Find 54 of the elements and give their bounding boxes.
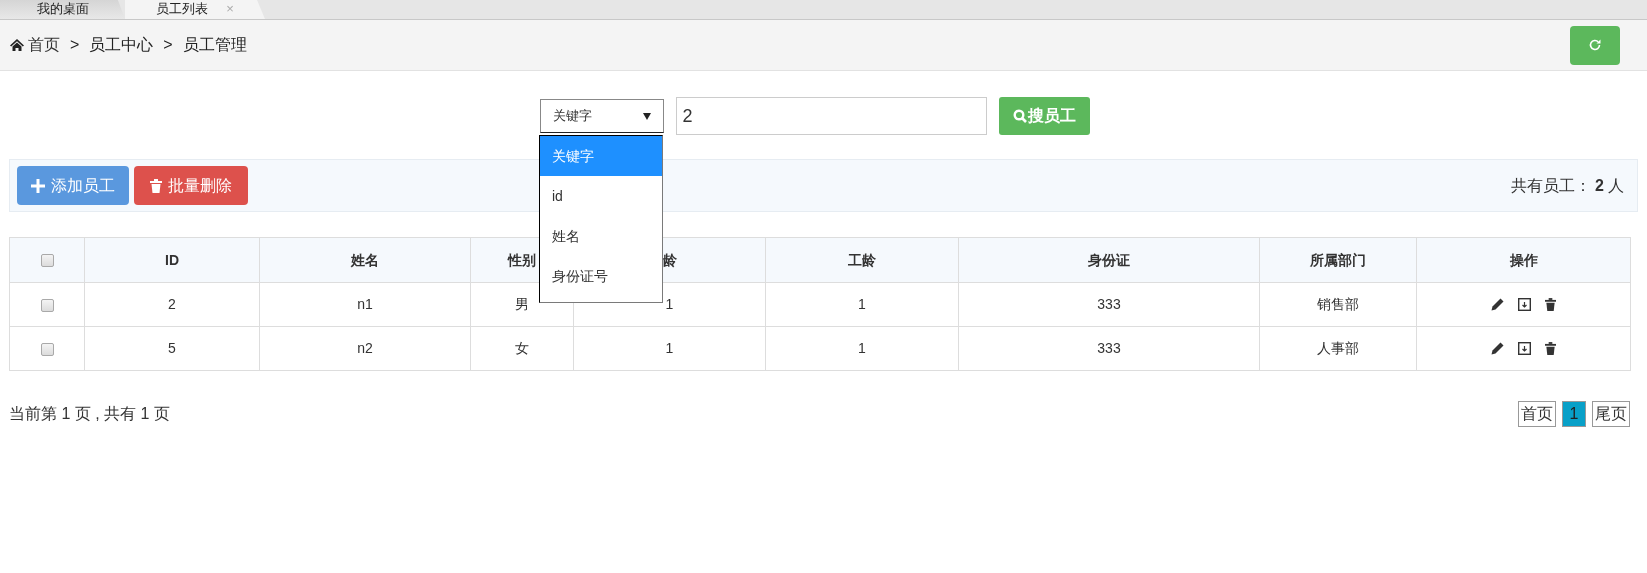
page-summary: 当前第 1 页 , 共有 1 页 (9, 404, 170, 424)
column-header: 操作 (1509, 251, 1538, 268)
pencil-icon[interactable] (1491, 298, 1504, 311)
search-input[interactable]: 2 (675, 97, 987, 135)
breadcrumb-separator: > (163, 35, 173, 55)
table-cell: 销售部 (1317, 296, 1359, 312)
home-icon (10, 39, 24, 51)
trash-icon (150, 178, 162, 193)
table-cell: 男 (515, 296, 529, 312)
dropdown-option[interactable]: id (540, 176, 662, 216)
employee-count: 共有员工： 2 人 (1511, 175, 1624, 196)
batch-delete-button[interactable]: 批量删除 (134, 166, 248, 205)
box-arrow-icon[interactable] (1518, 298, 1531, 311)
pencil-icon[interactable] (1491, 342, 1504, 355)
trash-icon[interactable] (1545, 342, 1556, 355)
dropdown-option[interactable]: 身份证号 (540, 256, 662, 296)
checkbox[interactable] (40, 342, 54, 356)
caret-icon (642, 112, 651, 120)
breadcrumb-link[interactable]: 首页 (28, 33, 60, 57)
tab[interactable]: 员工列表 × (125, 0, 265, 19)
trash-icon[interactable] (1545, 298, 1556, 311)
breadcrumb-separator: > (70, 35, 80, 55)
column-header: ID (165, 251, 179, 268)
breadcrumb-link[interactable]: 员工管理 (182, 33, 247, 57)
checkbox[interactable] (40, 298, 54, 312)
box-arrow-icon[interactable] (1518, 342, 1531, 355)
table-cell: 1 (665, 340, 674, 356)
table-cell: n2 (357, 340, 373, 356)
plus-icon (31, 178, 45, 193)
dropdown-option[interactable]: 姓名 (540, 216, 662, 256)
last-page-link[interactable]: 尾页 (1592, 401, 1630, 427)
table-cell: 人事部 (1317, 340, 1359, 356)
column-header: 工龄 (848, 251, 876, 268)
table-cell: 1 (665, 296, 674, 312)
table-cell: 2 (168, 296, 176, 312)
refresh-icon (1588, 38, 1602, 52)
first-page-link[interactable]: 首页 (1518, 401, 1556, 427)
column-header: 身份证 (1088, 251, 1130, 268)
table-cell: 5 (168, 340, 176, 356)
column-header: 所属部门 (1310, 251, 1366, 268)
table-cell: 1 (858, 340, 866, 356)
column-header: 姓名 (351, 251, 379, 268)
page-link[interactable]: 1 (1562, 401, 1586, 427)
table-cell: 333 (1097, 296, 1121, 312)
table-cell: 333 (1097, 340, 1121, 356)
checkbox[interactable] (40, 254, 54, 268)
column-header: 龄 (662, 251, 677, 268)
search-icon (1012, 109, 1027, 123)
table-cell: n1 (357, 296, 373, 312)
table-cell: 1 (858, 296, 866, 312)
column-header: 性别 (508, 251, 536, 268)
breadcrumb-link[interactable]: 员工中心 (89, 33, 154, 57)
search-field-select[interactable]: 关键字 (539, 99, 664, 133)
table-cell: 女 (515, 340, 529, 356)
